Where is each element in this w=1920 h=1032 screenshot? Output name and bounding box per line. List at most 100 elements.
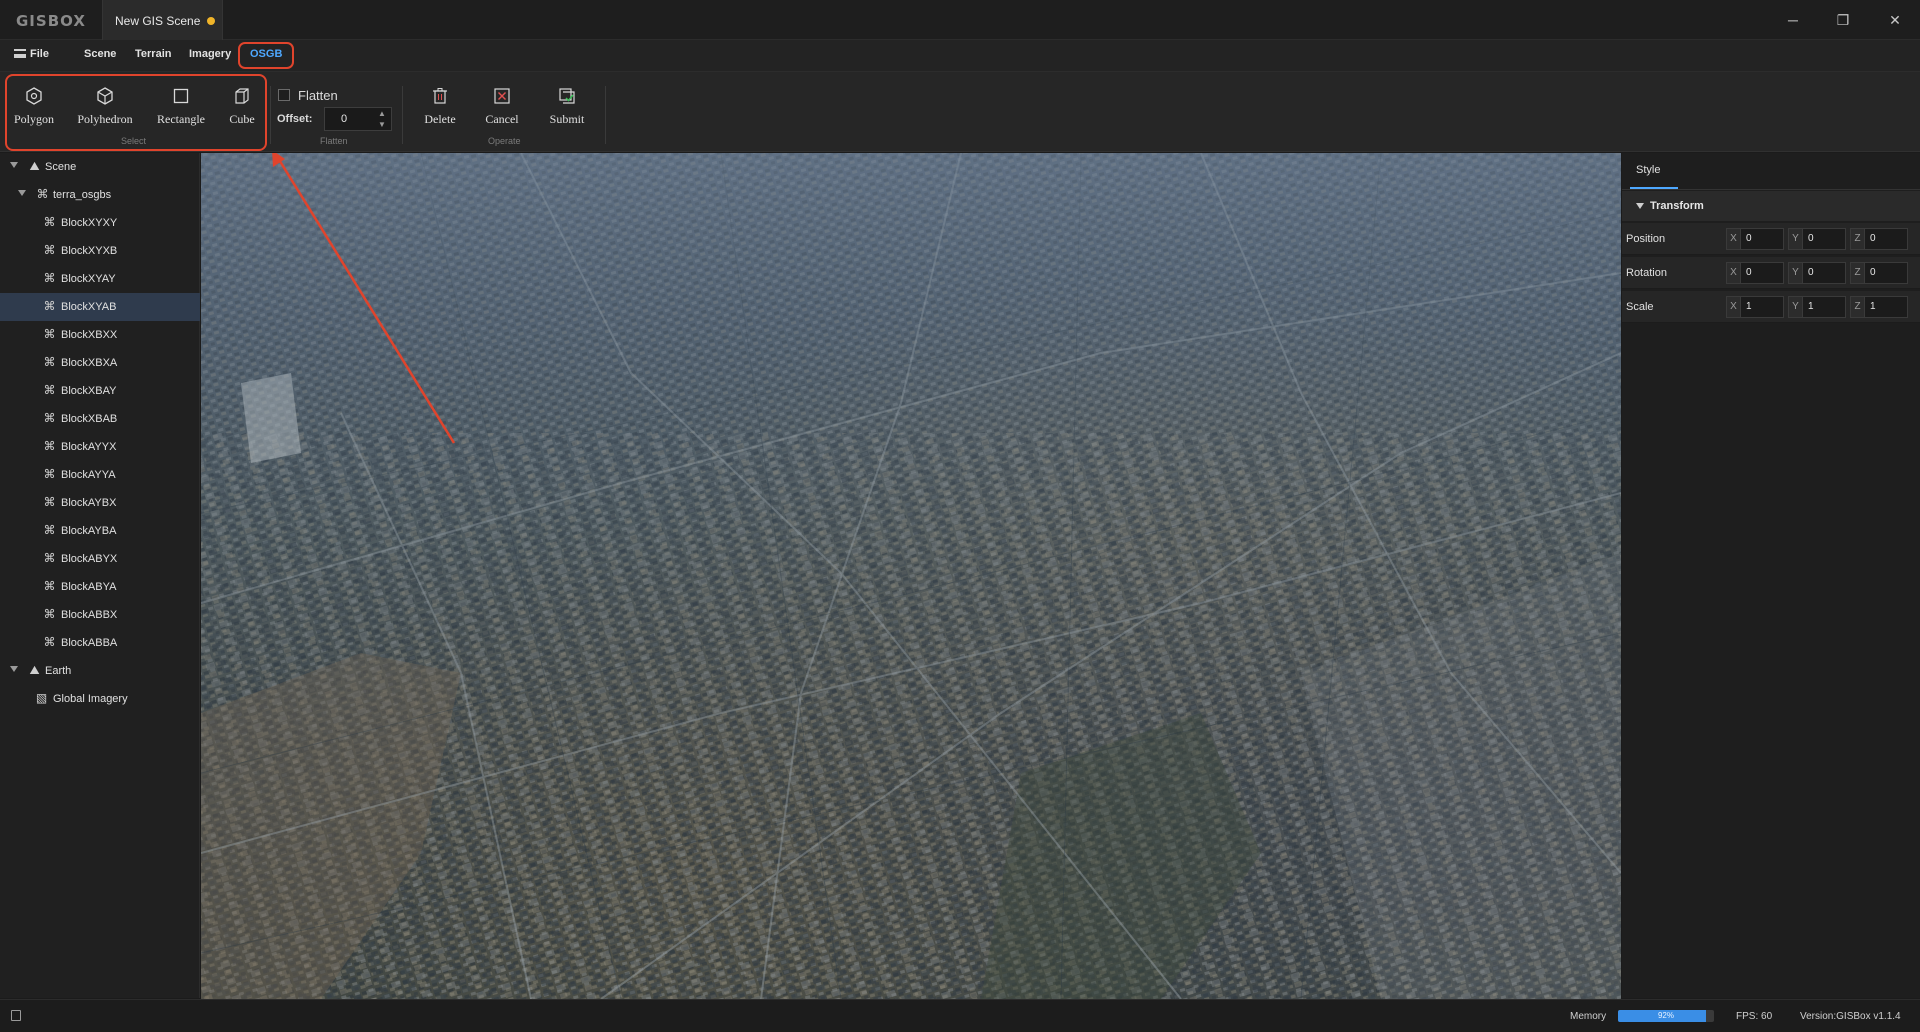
model-icon: ⌘ [43,439,56,453]
offset-stepper[interactable]: ▲ ▼ [374,108,390,130]
earth-icon: ⛰ [29,663,40,677]
document-tab-label: New GIS Scene [115,14,201,28]
tree-node-block[interactable]: ⌘ BlockXBAY [0,377,200,405]
transform-row-label: Position [1626,233,1666,245]
y-field: Y0 [1788,262,1848,284]
flatten-checkbox[interactable] [278,89,290,101]
stepper-up-icon[interactable]: ▲ [374,108,390,119]
cancel-button[interactable]: Cancel [482,86,522,127]
memory-label: Memory [1570,1011,1607,1022]
y-axis-tag: Y [1788,228,1803,250]
submit-label: Submit [549,112,585,126]
memory-bar: 92% [1618,1010,1714,1022]
x-value-input[interactable]: 0 [1740,262,1784,284]
z-value-input[interactable]: 0 [1864,228,1908,250]
tree-label: BlockAYYX [61,441,117,453]
y-value-input[interactable]: 0 [1802,262,1846,284]
x-axis-tag: X [1726,296,1741,318]
transform-row: Rotation X 0 Y 0 Z 0 [1622,257,1920,289]
delete-button[interactable]: Delete [420,86,460,127]
tree-label: BlockABYX [61,553,118,565]
y-value-input[interactable]: 0 [1802,228,1846,250]
z-axis-tag: Z [1850,296,1865,318]
tree-label: BlockABBX [61,609,118,621]
status-bar: Memory 92% FPS: 60 Version:GISBox v1.1.4 [0,999,1920,1032]
imagery-icon: ▧ [35,691,48,705]
z-value-input[interactable]: 1 [1864,296,1908,318]
y-axis-tag: Y [1788,296,1803,318]
ribbon-separator [270,86,271,144]
tree-label: BlockXYXY [61,217,118,229]
tree-node-block[interactable]: ⌘ BlockABBA [0,629,200,657]
tab-terrain[interactable]: Terrain [135,48,171,60]
flatten-checkbox-label: Flatten [298,88,338,103]
tab-imagery[interactable]: Imagery [189,48,231,60]
tree-node-block[interactable]: ⌘ BlockAYBX [0,489,200,517]
z-field: Z0 [1850,262,1910,284]
tab-scene[interactable]: Scene [84,48,116,60]
scene-tree-panel: ⛰ Scene ⌘ terra_osgbs ⌘ BlockXYXY ⌘ BlockXY… [0,153,200,998]
operate-group-label: Operate [488,136,521,146]
tree-node-block[interactable]: ⌘ BlockXBAB [0,405,200,433]
tree-node-global-imagery[interactable]: ▧ Global Imagery [0,685,200,713]
cancel-icon [494,88,510,104]
stepper-down-icon[interactable]: ▼ [374,119,390,130]
tree-label: Scene [45,161,77,173]
tree-node-block[interactable]: ⌘ BlockXBXA [0,349,200,377]
log-icon[interactable] [11,1010,21,1021]
collapse-caret-icon[interactable] [10,666,18,672]
tree-node-block[interactable]: ⌘ BlockAYYA [0,461,200,489]
tree-label: BlockABYA [61,581,117,593]
minimize-button[interactable]: ─ [1778,8,1808,32]
submit-icon [559,88,575,104]
memory-percent: 92% [1657,1011,1674,1020]
3d-viewport[interactable] [201,153,1621,999]
tree-label: BlockAYBA [61,525,117,537]
collapse-caret-icon[interactable] [18,190,26,196]
tree-label: BlockXBXX [61,329,118,341]
x-value-input[interactable]: 0 [1740,228,1784,250]
model-icon: ⌘ [43,215,56,229]
y-field: Y0 [1788,228,1848,250]
tree-label: BlockXYXB [61,245,118,257]
delete-label: Delete [424,112,456,126]
scene-icon: ⛰ [29,159,40,173]
model-icon: ⌘ [43,495,56,509]
model-icon: ⌘ [43,243,56,257]
tree-node-terra[interactable]: ⌘ terra_osgbs [0,181,200,209]
document-tab[interactable]: New GIS Scene [102,0,223,40]
tree-node-scene[interactable]: ⛰ Scene [0,153,200,181]
select-group-annotation-box [5,74,267,151]
model-icon: ⌘ [43,271,56,285]
model-icon: ⌘ [43,523,56,537]
file-menu[interactable]: File [14,48,49,60]
z-value-input[interactable]: 0 [1864,262,1908,284]
tree-node-block[interactable]: ⌘ BlockAYYX [0,433,200,461]
chevron-down-icon [1636,203,1644,209]
tab-style[interactable]: Style [1636,164,1660,176]
tree-label: BlockAYBX [61,497,117,509]
submit-button[interactable]: Submit [544,86,590,127]
maximize-button[interactable]: ❐ [1828,8,1858,32]
ribbon-separator [605,86,606,144]
model-icon: ⌘ [43,299,56,313]
hamburger-icon [14,49,26,58]
tree-node-block[interactable]: ⌘ BlockXBXX [0,321,200,349]
collapse-caret-icon[interactable] [10,162,18,168]
y-value-input[interactable]: 1 [1802,296,1846,318]
tree-node-earth[interactable]: ⛰ Earth [0,657,200,685]
tree-node-block[interactable]: ⌘ BlockXYXB [0,237,200,265]
model-icon: ⌘ [36,187,49,201]
tree-node-block[interactable]: ⌘ BlockAYBA [0,517,200,545]
tree-node-block[interactable]: ⌘ BlockABBX [0,601,200,629]
tree-node-block[interactable]: ⌘ BlockXYAY [0,265,200,293]
transform-section-header[interactable]: Transform [1622,191,1920,221]
tree-node-block[interactable]: ⌘ BlockABYA [0,573,200,601]
tree-node-block[interactable]: ⌘ BlockXYAB [0,293,200,321]
tree-node-block[interactable]: ⌘ BlockXYXY [0,209,200,237]
trash-icon [433,88,447,104]
tab-bar-divider [1622,189,1920,190]
close-button[interactable]: ✕ [1880,8,1910,32]
x-value-input[interactable]: 1 [1740,296,1784,318]
tree-node-block[interactable]: ⌘ BlockABYX [0,545,200,573]
